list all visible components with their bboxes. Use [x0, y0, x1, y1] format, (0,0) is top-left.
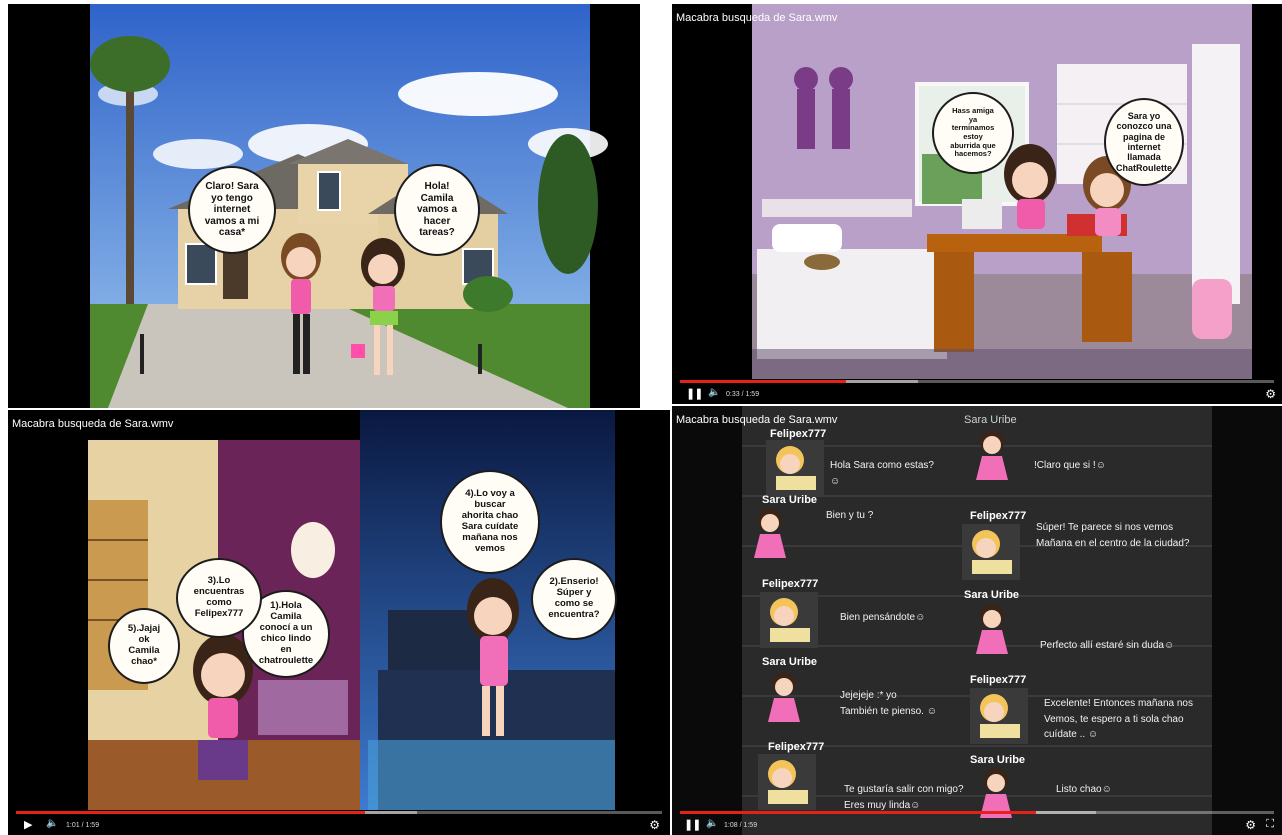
avatar-felipe — [970, 688, 1028, 744]
progress-bar[interactable] — [680, 380, 1274, 383]
volume-icon[interactable]: 🔈 — [708, 387, 720, 398]
chat-name-sara: Sara Uribe — [970, 754, 1026, 766]
speech-bubble-camila: Hola! Camila vamos a hacer tareas? — [394, 164, 480, 256]
chat-message: !Claro que si !☺ — [1034, 460, 1106, 471]
progress-bar[interactable] — [680, 811, 1274, 814]
speech-bubble-2: 2).Enserio! Súper y como se encuentra? — [531, 558, 617, 640]
chat-name-sara: Sara Uribe — [762, 494, 818, 506]
settings-gear-icon[interactable]: ⚙ — [1265, 387, 1276, 401]
progress-bar[interactable] — [16, 811, 662, 814]
speech-bubble-left: Hass amiga ya terminamos estoy aburrida … — [932, 92, 1014, 174]
chat-name-sara: Sara Uribe — [964, 414, 1017, 426]
chat-name-felipe: Felipex777 — [768, 741, 825, 753]
avatar-sara — [760, 670, 818, 726]
pause-icon[interactable]: ❚❚ — [684, 818, 701, 831]
chat-name-felipe: Felipex777 — [770, 428, 827, 440]
play-icon[interactable]: ▶ — [24, 818, 32, 831]
settings-gear-icon[interactable]: ⚙ — [1245, 818, 1256, 832]
avatar-sara — [968, 428, 1026, 484]
avatar-felipe — [962, 524, 1020, 580]
chat-message: Bien y tu ? — [826, 510, 874, 521]
avatar-felipe — [766, 440, 824, 496]
video-controls: ▶ 🔈 1:01 / 1:59 ⚙ — [8, 809, 670, 835]
volume-icon[interactable]: 🔈 — [706, 818, 718, 829]
house-scene — [8, 4, 640, 408]
speech-bubble-4: 4).Lo voy a buscar ahorita chao Sara cuí… — [440, 470, 540, 574]
chat-message: Hola Sara como estas? ☺ — [830, 460, 934, 487]
chat-name-sara: Sara Uribe — [762, 656, 818, 668]
video-controls: ❚❚ 🔈 1:08 / 1:59 ⚙ ⛶ — [672, 809, 1282, 835]
speech-bubble-5: 5).Jajaj ok Camila chao* — [108, 608, 180, 684]
video-title: Macabra busqueda de Sara.wmv — [676, 12, 838, 24]
progress-fill — [680, 380, 847, 383]
speech-bubble-3: 3).Lo encuentras como Felipex777 — [176, 558, 262, 638]
chat-name-felipe: Felipex777 — [970, 510, 1027, 522]
chat-name-felipe: Felipex777 — [970, 674, 1027, 686]
video-frame-chat: Macabra busqueda de Sara.wmv Sara Uribe … — [672, 406, 1282, 835]
chat-message: Jejejeje :* yo También te pienso. ☺ — [840, 690, 937, 717]
chat-message: Excelente! Entonces mañana nos Vemos, te… — [1044, 698, 1193, 740]
progress-fill — [16, 811, 365, 814]
video-title: Macabra busqueda de Sara.wmv — [12, 418, 174, 430]
time-display: 1:08 / 1:59 — [724, 822, 758, 829]
pause-icon[interactable]: ❚❚ — [686, 387, 703, 400]
fullscreen-icon[interactable]: ⛶ — [1266, 818, 1274, 831]
chat-message: Listo chao☺ — [1056, 784, 1112, 795]
avatar-sara — [968, 602, 1026, 658]
video-controls: ❚❚ 🔈 0:33 / 1:59 ⚙ — [672, 378, 1282, 404]
avatar-sara — [746, 506, 804, 562]
chat-name-sara: Sara Uribe — [964, 589, 1020, 601]
video-title: Macabra busqueda de Sara.wmv — [676, 414, 838, 426]
volume-icon[interactable]: 🔈 — [46, 818, 58, 829]
video-frame-house: Claro! Sara yo tengo internet vamos a mi… — [8, 4, 640, 408]
time-display: 0:33 / 1:59 — [726, 391, 760, 398]
time-display: 1:01 / 1:59 — [66, 822, 100, 829]
bedroom-scene — [672, 4, 1282, 404]
video-frame-bedroom: Macabra busqueda de Sara.wmv Hass amiga … — [672, 4, 1282, 404]
video-frame-split-scene: Macabra busqueda de Sara.wmv 1).Hola Cam… — [8, 410, 670, 835]
speech-bubble-sara: Claro! Sara yo tengo internet vamos a mi… — [188, 166, 276, 254]
chat-message: Bien pensándote☺ — [840, 612, 926, 623]
speech-bubble-right: Sara yo conozco una pagina de internet l… — [1104, 98, 1184, 186]
avatar-felipe — [760, 592, 818, 648]
chat-message: Súper! Te parece si nos vemos Mañana en … — [1036, 522, 1190, 549]
chat-name-felipe: Felipex777 — [762, 578, 819, 590]
avatar-felipe — [758, 754, 816, 810]
settings-gear-icon[interactable]: ⚙ — [649, 818, 660, 832]
progress-fill — [680, 811, 1037, 814]
chat-message: Perfecto allí estaré sin duda☺ — [1040, 640, 1175, 651]
